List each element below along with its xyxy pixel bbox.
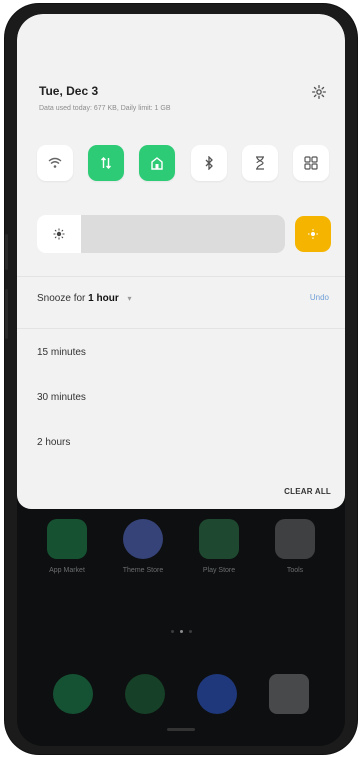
tools-folder-icon <box>275 519 315 559</box>
notification-shade: Tue, Dec 3 Data used today: 677 KB, Dail… <box>17 14 345 509</box>
browser-icon[interactable] <box>197 674 237 714</box>
snooze-value: 1 hour <box>88 293 119 304</box>
power-button <box>5 234 8 270</box>
bluetooth-icon <box>205 156 213 170</box>
app-label: App Market <box>49 567 85 574</box>
brightness-control <box>37 215 333 253</box>
auto-brightness-button[interactable] <box>295 216 331 252</box>
home-app-3[interactable]: Play Store <box>184 519 254 574</box>
clear-all-button[interactable]: CLEAR ALL <box>284 487 331 496</box>
brightness-sun-icon <box>37 215 81 253</box>
bluetooth-tile[interactable] <box>190 145 227 181</box>
home-app-2[interactable]: Theme Store <box>108 519 178 574</box>
settings-gear-icon[interactable] <box>309 82 329 102</box>
dock <box>17 674 345 714</box>
hotspot-tile[interactable] <box>139 145 176 181</box>
auto-brightness-icon <box>308 229 318 239</box>
apps-grid-icon <box>304 156 318 170</box>
snooze-label[interactable]: Snooze for 1 hour ▾ <box>37 293 132 304</box>
hotspot-icon <box>151 157 164 170</box>
page-dot <box>188 630 192 633</box>
undo-button[interactable]: Undo <box>310 293 329 302</box>
phone-icon[interactable] <box>53 674 93 714</box>
wifi-icon <box>48 157 62 168</box>
timer-tile[interactable] <box>241 145 278 181</box>
date-label: Tue, Dec 3 <box>39 84 99 98</box>
brightness-slider[interactable] <box>81 215 285 253</box>
snooze-options-list: 15 minutes 30 minutes 2 hours <box>17 330 345 465</box>
app-label: Tools <box>286 567 304 574</box>
snooze-option[interactable]: 30 minutes <box>17 375 345 420</box>
play-store-icon <box>199 519 239 559</box>
camera-icon[interactable] <box>269 674 309 714</box>
snooze-option[interactable]: 15 minutes <box>17 330 345 375</box>
app-label: Theme Store <box>122 567 164 574</box>
more-tiles-tile[interactable] <box>292 145 329 181</box>
page-dot <box>170 630 174 633</box>
home-app-1[interactable]: App Market <box>32 519 102 574</box>
chevron-down-icon: ▾ <box>127 294 132 303</box>
mobile-data-icon <box>101 157 112 169</box>
navigation-pill[interactable] <box>167 728 195 731</box>
mobile-data-tile[interactable] <box>88 145 125 181</box>
app-label: Play Store <box>202 567 236 574</box>
page-indicator <box>17 630 345 633</box>
screen: App Market Theme Store Play Store Tools <box>17 14 345 746</box>
data-usage-label: Data used today: 677 KB, Daily limit: 1 … <box>39 105 171 112</box>
divider <box>17 328 345 329</box>
wifi-tile[interactable] <box>37 145 73 181</box>
snooze-prefix: Snooze for <box>37 293 86 304</box>
divider <box>17 276 345 277</box>
home-app-row: App Market Theme Store Play Store Tools <box>17 519 345 574</box>
theme-store-icon <box>123 519 163 559</box>
hourglass-icon <box>255 156 264 170</box>
page-dot-active <box>179 630 183 633</box>
snooze-option[interactable]: 2 hours <box>17 420 345 465</box>
messages-icon[interactable] <box>125 674 165 714</box>
phone-frame: App Market Theme Store Play Store Tools <box>5 4 357 754</box>
volume-button <box>5 289 8 339</box>
app-market-icon <box>47 519 87 559</box>
home-app-4[interactable]: Tools <box>260 519 330 574</box>
quick-settings-tiles <box>37 145 329 181</box>
